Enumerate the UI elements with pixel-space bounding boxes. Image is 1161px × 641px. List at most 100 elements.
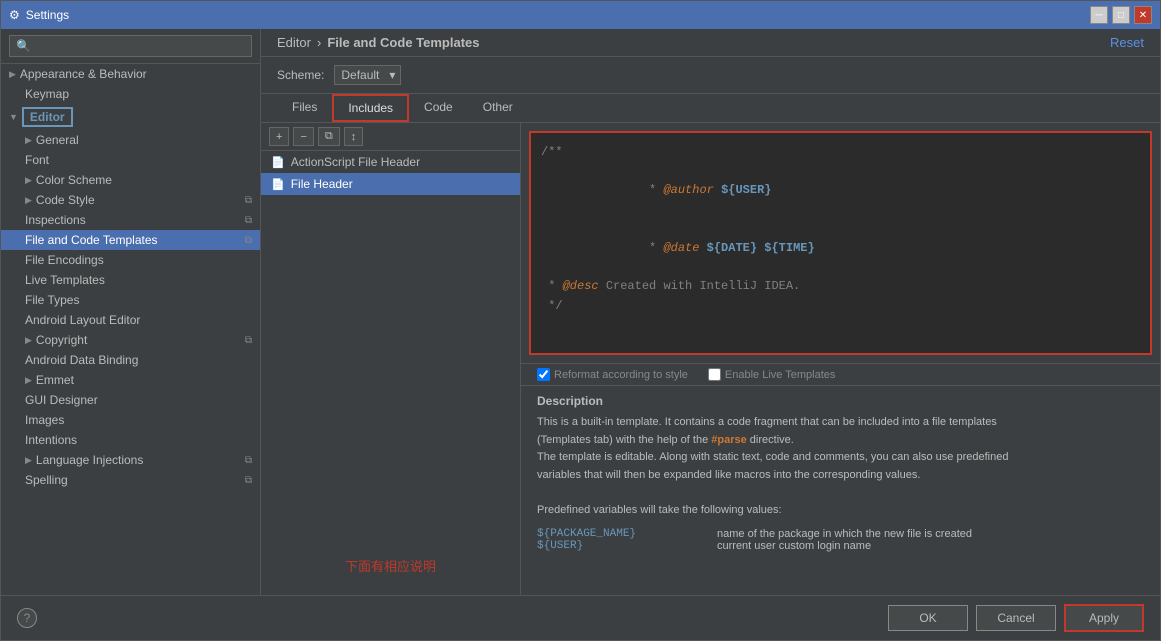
sidebar-item-androiddatabinding[interactable]: Android Data Binding (1, 350, 260, 370)
sidebar-item-label: Appearance & Behavior (20, 67, 147, 81)
search-box (1, 29, 260, 64)
reformat-option[interactable]: Reformat according to style (537, 368, 688, 381)
sidebar-item-label: Inspections (25, 213, 86, 227)
sidebar-item-font[interactable]: Font (1, 150, 260, 170)
sidebar-tree: ▶ Appearance & Behavior Keymap ▼ Editor … (1, 64, 260, 595)
breadcrumb-bar: Editor › File and Code Templates Reset (261, 29, 1160, 57)
close-button[interactable]: ✕ (1134, 6, 1152, 24)
sidebar-item-images[interactable]: Images (1, 410, 260, 430)
template-item-actionscript[interactable]: 📄 ActionScript File Header (261, 151, 520, 173)
sidebar-item-codestyle[interactable]: ▶ Code Style ⧉ (1, 190, 260, 210)
sidebar-item-label: Font (25, 153, 49, 167)
sidebar-item-label: General (36, 133, 79, 147)
sidebar-item-fileencodings[interactable]: File Encodings (1, 250, 260, 270)
minimize-button[interactable]: ─ (1090, 6, 1108, 24)
template-list: + − ⧉ ↕ 📄 ActionScript File Header 📄 Fil… (261, 123, 521, 595)
description-table: ${PACKAGE_NAME} name of the package in w… (537, 528, 1144, 552)
sidebar-item-langinjections[interactable]: ▶ Language Injections ⧉ (1, 450, 260, 470)
sidebar-item-label: Color Scheme (36, 173, 112, 187)
scheme-label: Scheme: (277, 68, 324, 82)
help-button[interactable]: ? (17, 608, 37, 628)
expand-arrow: ▶ (25, 135, 32, 146)
desc-row-0: ${PACKAGE_NAME} name of the package in w… (537, 528, 1144, 540)
template-item-label: ActionScript File Header (291, 155, 420, 169)
sidebar-item-inspections[interactable]: Inspections ⧉ (1, 210, 260, 230)
code-line-4: * @desc Created with IntelliJ IDEA. (541, 277, 1140, 296)
cancel-button[interactable]: Cancel (976, 605, 1056, 631)
live-templates-option[interactable]: Enable Live Templates (708, 368, 835, 381)
copy-icon: ⧉ (245, 235, 252, 246)
sidebar-item-general[interactable]: ▶ General (1, 130, 260, 150)
breadcrumb: Editor › File and Code Templates (277, 35, 480, 50)
apply-button[interactable]: Apply (1064, 604, 1144, 632)
description-area: Description This is a built-in template.… (521, 385, 1160, 595)
code-line-3: * @date ${DATE} ${TIME} (541, 220, 1140, 278)
sidebar-item-label: Emmet (36, 373, 74, 387)
file-icon: 📄 (271, 156, 285, 169)
expand-arrow: ▶ (25, 455, 32, 466)
copy-icon: ⧉ (245, 335, 252, 346)
sidebar-item-copyright[interactable]: ▶ Copyright ⧉ (1, 330, 260, 350)
code-line-1: /** (541, 143, 1140, 162)
sidebar-item-androidlayout[interactable]: Android Layout Editor (1, 310, 260, 330)
sidebar-item-filecodetemplates[interactable]: File and Code Templates ⧉ (1, 230, 260, 250)
breadcrumb-sep: › (317, 35, 321, 50)
expand-arrow: ▶ (25, 375, 32, 386)
sidebar-item-label: Intentions (25, 433, 77, 447)
copy-template-button[interactable]: ⧉ (318, 127, 340, 146)
window-title: Settings (26, 8, 1090, 22)
desc-var-key-0: ${PACKAGE_NAME} (537, 528, 697, 540)
editor-area: + − ⧉ ↕ 📄 ActionScript File Header 📄 Fil… (261, 123, 1160, 595)
live-templates-checkbox[interactable] (708, 368, 721, 381)
expand-arrow: ▶ (9, 69, 16, 80)
sidebar-item-label: Keymap (25, 87, 69, 101)
desc-text-3: The template is editable. Along with sta… (537, 451, 1008, 463)
sidebar-item-intentions[interactable]: Intentions (1, 430, 260, 450)
code-comment: * @date (642, 241, 707, 255)
expand-arrow: ▶ (25, 175, 32, 186)
desc-text-2: (Templates tab) with the help of the #pa… (537, 434, 794, 446)
file-icon: 📄 (271, 178, 285, 191)
sidebar-item-label: Images (25, 413, 64, 427)
code-line-2: * @author ${USER} (541, 162, 1140, 220)
scheme-select-wrap: Default (334, 65, 401, 85)
template-item-fileheader[interactable]: 📄 File Header (261, 173, 520, 195)
sidebar-item-filetypes[interactable]: File Types (1, 290, 260, 310)
tab-other[interactable]: Other (468, 94, 528, 122)
tab-code[interactable]: Code (409, 94, 468, 122)
code-area: /** * @author ${USER} * @date ${DATE} ${… (521, 123, 1160, 595)
list-toolbar: + − ⧉ ↕ (261, 123, 520, 151)
sidebar-item-appearance[interactable]: ▶ Appearance & Behavior (1, 64, 260, 84)
sidebar-item-guidesigner[interactable]: GUI Designer (1, 390, 260, 410)
move-template-button[interactable]: ↕ (344, 127, 364, 146)
sidebar-item-label: Code Style (36, 193, 95, 207)
sidebar-item-colorscheme[interactable]: ▶ Color Scheme (1, 170, 260, 190)
tabs-row: Files Includes Code Other (261, 94, 1160, 123)
tab-includes[interactable]: Includes (332, 94, 409, 122)
scheme-select[interactable]: Default (334, 65, 401, 85)
reset-link[interactable]: Reset (1110, 35, 1144, 50)
copy-icon: ⧉ (245, 215, 252, 226)
annotation-note: 下面有相应说明 (261, 536, 520, 595)
reformat-checkbox[interactable] (537, 368, 550, 381)
app-icon: ⚙ (9, 8, 20, 22)
remove-template-button[interactable]: − (293, 127, 313, 146)
maximize-button[interactable]: □ (1112, 6, 1130, 24)
code-editor[interactable]: /** * @author ${USER} * @date ${DATE} ${… (529, 131, 1152, 355)
expand-arrow: ▶ (25, 335, 32, 346)
sidebar-item-keymap[interactable]: Keymap (1, 84, 260, 104)
tab-files[interactable]: Files (277, 94, 332, 122)
add-template-button[interactable]: + (269, 127, 289, 146)
desc-var-key-1: ${USER} (537, 540, 697, 552)
sidebar-item-label: File Types (25, 293, 79, 307)
sidebar-item-spelling[interactable]: Spelling ⧉ (1, 470, 260, 490)
code-line-5: */ (541, 297, 1140, 316)
search-input[interactable] (9, 35, 252, 57)
ok-button[interactable]: OK (888, 605, 968, 631)
sidebar-item-editor[interactable]: ▼ Editor (1, 104, 260, 130)
sidebar-item-emmet[interactable]: ▶ Emmet (1, 370, 260, 390)
main-panel: Editor › File and Code Templates Reset S… (261, 29, 1160, 595)
desc-var-desc-1: current user custom login name (717, 540, 871, 552)
sidebar-item-livetemplates[interactable]: Live Templates (1, 270, 260, 290)
desc-text-5: Predefined variables will take the follo… (537, 504, 782, 516)
